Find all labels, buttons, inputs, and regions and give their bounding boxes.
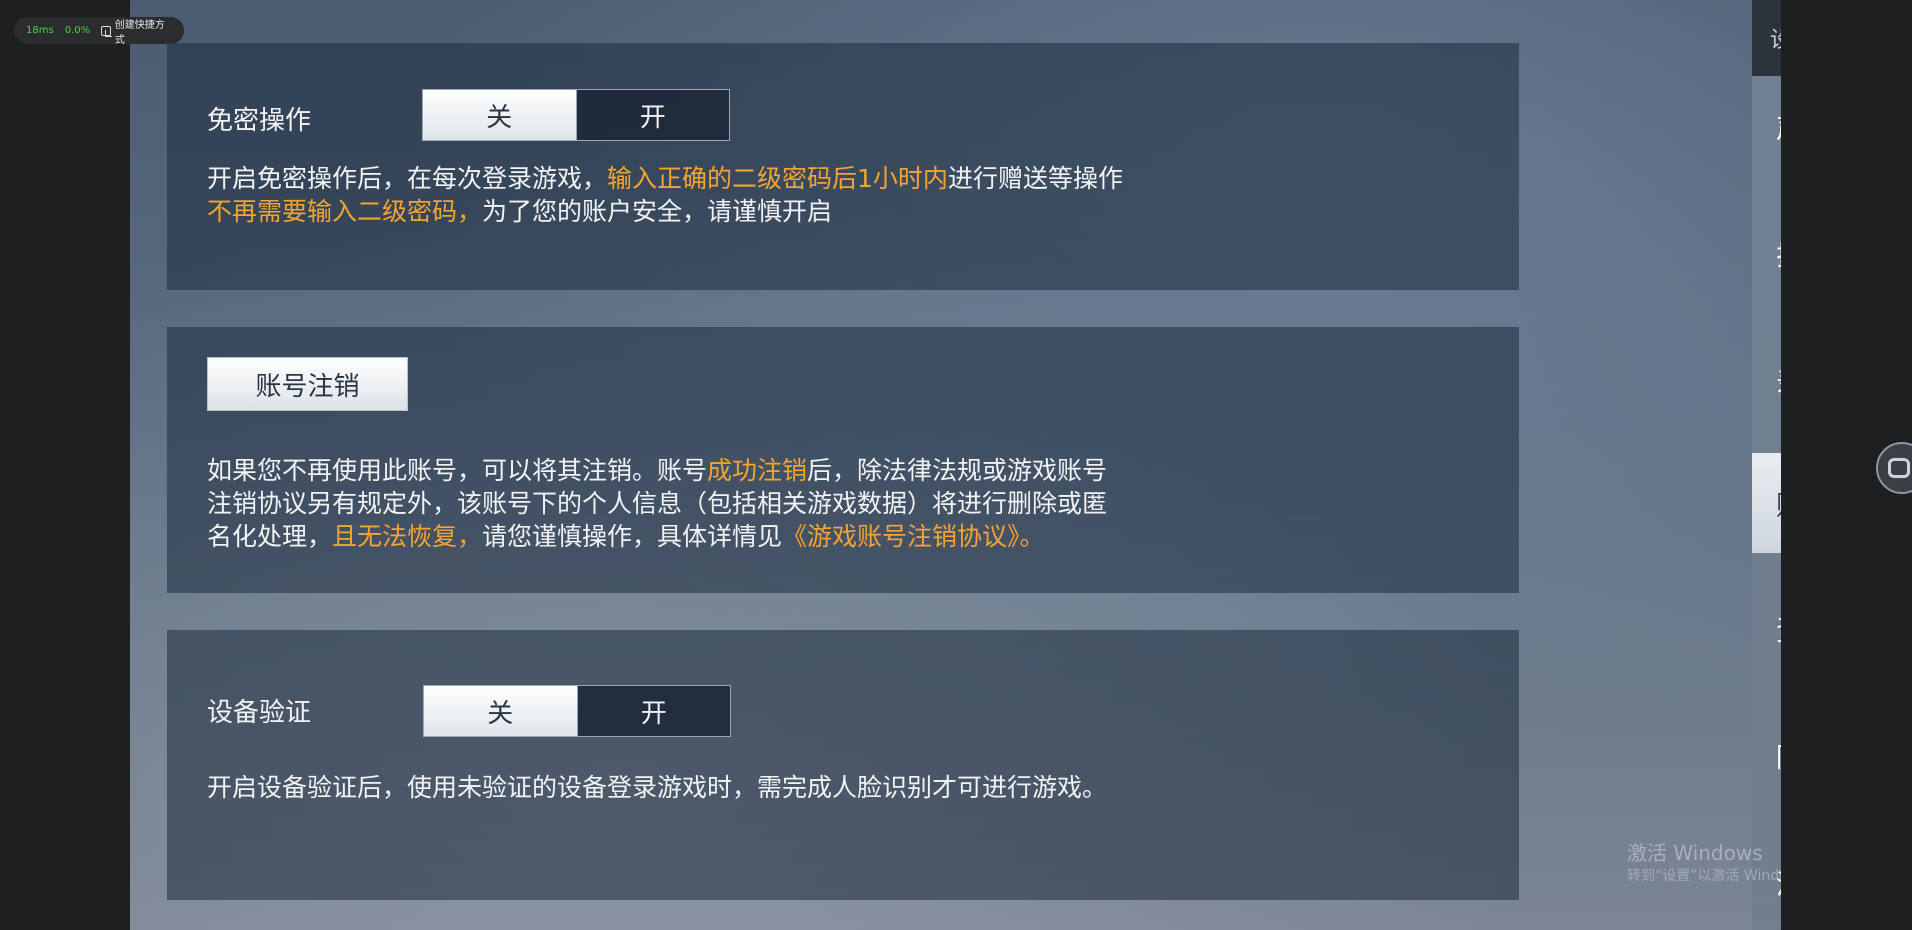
cpu-text: 0.0%: [64, 25, 91, 36]
desc-text: 进行赠送等操作: [947, 164, 1123, 193]
desc-highlight: 输入正确的二级密码后1小时内: [607, 164, 948, 193]
settings-title: 设置: [1770, 22, 1781, 54]
create-shortcut-button[interactable]: 创建快捷方式: [101, 16, 172, 46]
password-free-panel: 免密操作 关 开 开启免密操作后，在每次登录游戏，输入正确的二级密码后1小时内进…: [167, 43, 1519, 290]
password-free-off-option[interactable]: 关: [423, 90, 577, 140]
desc-highlight: 且无法恢复，: [332, 522, 483, 551]
desc-text: 后，除法律法规或游戏账号: [807, 456, 1108, 485]
handle-icon: [1888, 458, 1910, 478]
password-free-description: 开启免密操作后，在每次登录游戏，输入正确的二级密码后1小时内进行赠送等操作 不再…: [207, 162, 1123, 228]
settings-sidebar: 声音设置 振动设置 录像设置 账户安全 资源管理 隐私设置 消息通知: [1752, 76, 1781, 930]
windows-watermark-sub: 转到“设置”以激活 Windows。: [1627, 868, 1781, 884]
device-verify-panel: 设备验证 关 开 开启设备验证后，使用未验证的设备登录游戏时，需完成人脸识别才可…: [167, 630, 1519, 900]
desc-text: 注销协议另有规定外，该账号下的个人信息（包括相关游戏数据）将进行删除或匿: [207, 489, 1108, 518]
game-viewport: 免密操作 关 开 开启免密操作后，在每次登录游戏，输入正确的二级密码后1小时内进…: [130, 0, 1781, 930]
desc-highlight: 成功注销: [707, 456, 808, 485]
desc-text: 如果您不再使用此账号，可以将其注销。账号: [207, 456, 708, 485]
shortcut-label: 创建快捷方式: [114, 19, 165, 46]
desc-text: 为了您的账户安全，请谨慎开启: [482, 197, 833, 226]
device-verify-toggle[interactable]: 关 开: [423, 685, 731, 737]
settings-header: 设置: [1752, 0, 1781, 76]
sidebar-item-sound[interactable]: 声音设置: [1752, 76, 1781, 176]
shortcut-icon: [101, 25, 112, 37]
account-cancel-description: 如果您不再使用此账号，可以将其注销。账号成功注销后，除法律法规或游戏账号 注销协…: [207, 454, 1107, 553]
password-free-label: 免密操作: [207, 106, 312, 136]
sidebar-item-privacy[interactable]: 隐私设置: [1752, 705, 1781, 805]
desc-highlight: 不再需要输入二级密码，: [207, 197, 483, 226]
device-verify-on-option[interactable]: 开: [577, 686, 730, 736]
account-cancel-button[interactable]: 账号注销: [207, 357, 408, 411]
sidebar-item-vibration[interactable]: 振动设置: [1752, 203, 1781, 303]
cancel-agreement-link[interactable]: 《游戏账号注销协议》。: [782, 522, 1045, 551]
device-verify-label: 设备验证: [207, 698, 312, 728]
sidebar-item-recording[interactable]: 录像设置: [1752, 330, 1781, 430]
sidebar-item-resources[interactable]: 资源管理: [1752, 578, 1781, 678]
account-cancel-panel: 账号注销 如果您不再使用此账号，可以将其注销。账号成功注销后，除法律法规或游戏账…: [167, 327, 1519, 593]
password-free-toggle[interactable]: 关 开: [422, 89, 730, 141]
latency-text: 18ms: [26, 25, 54, 36]
device-verify-off-option[interactable]: 关: [424, 686, 578, 736]
desc-text: 请您谨慎操作，具体详情见: [482, 522, 783, 551]
device-verify-description: 开启设备验证后，使用未验证的设备登录游戏时，需完成人脸识别才可进行游戏。: [207, 773, 1108, 802]
desc-text: 开启免密操作后，在每次登录游戏，: [207, 164, 608, 193]
desc-text: 名化处理，: [207, 522, 333, 551]
password-free-on-option[interactable]: 开: [576, 90, 729, 140]
sidebar-item-account-security[interactable]: 账户安全: [1752, 453, 1781, 553]
floating-handle[interactable]: [1876, 442, 1912, 494]
perf-overlay: 18ms 0.0% 创建快捷方式: [14, 16, 184, 46]
windows-watermark: 激活 Windows: [1627, 841, 1763, 865]
